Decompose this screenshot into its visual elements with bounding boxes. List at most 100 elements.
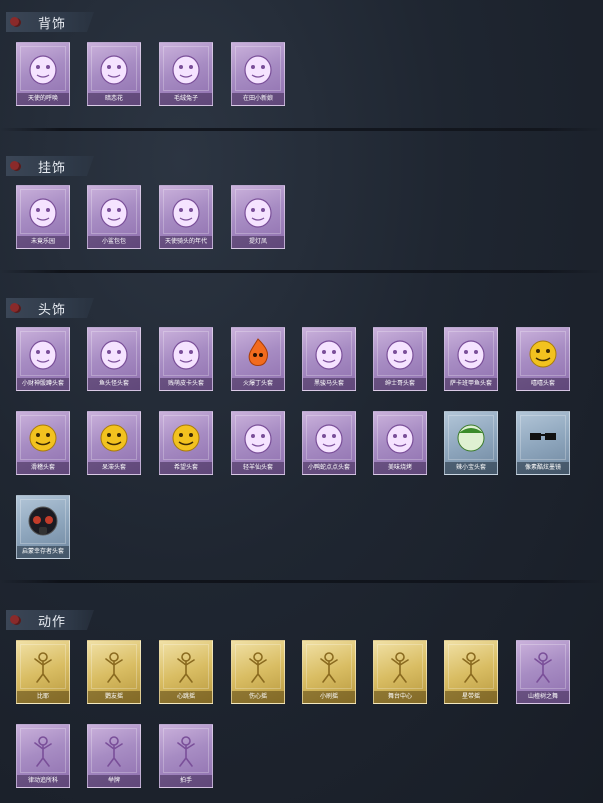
smirk-emoji-icon — [23, 417, 63, 457]
item-label: 天使的呼唤 — [17, 93, 69, 105]
item-label: 像素酷炫墨镜 — [517, 462, 569, 474]
flame-mask-icon — [238, 333, 278, 373]
dog-mask-icon — [380, 333, 420, 373]
item-label: 未竟乐园 — [17, 236, 69, 248]
item-card[interactable]: 山楂树之舞 — [516, 640, 570, 704]
item-label: 山楂树之舞 — [517, 691, 569, 703]
item-label: 律动追所科 — [17, 775, 69, 787]
item-card[interactable]: 火爆丁头套 — [231, 327, 285, 391]
item-label: 拍手 — [160, 775, 212, 787]
pose-groove-icon — [23, 730, 63, 770]
item-card[interactable]: 小鸭蛇点点头套 — [302, 411, 356, 475]
pose-victory-icon — [23, 646, 63, 686]
horse-mask-icon — [309, 333, 349, 373]
item-label: 毛绒兔子 — [160, 93, 212, 105]
item-card[interactable]: 舞台中心 — [373, 640, 427, 704]
item-card[interactable]: 律动追所科 — [16, 724, 70, 788]
item-card[interactable]: 在田小新娘 — [231, 42, 285, 106]
section-title: 动作 — [38, 615, 67, 630]
item-label: 比耶 — [17, 691, 69, 703]
item-label: 呆滞头套 — [88, 462, 140, 474]
item-card[interactable]: 天使的呼唤 — [16, 42, 70, 106]
pose-tree-icon — [523, 646, 563, 686]
item-card[interactable]: 未竟乐园 — [16, 185, 70, 249]
item-label: 暗恋花 — [88, 93, 140, 105]
item-label: 绅士哥头套 — [374, 378, 426, 390]
item-card[interactable]: 轻羊仙头套 — [231, 411, 285, 475]
shark-plush-icon — [94, 191, 134, 231]
item-card[interactable]: 小刷摇 — [302, 640, 356, 704]
item-card[interactable]: 天使骑头的年代 — [159, 185, 213, 249]
item-card[interactable]: 绅士哥头套 — [373, 327, 427, 391]
item-card[interactable]: 小鲨包包 — [87, 185, 141, 249]
item-card[interactable]: 暗恋花 — [87, 42, 141, 106]
section-title: 头饰 — [38, 303, 67, 318]
portrait-charm-icon — [166, 191, 206, 231]
raccoon-mask-icon — [238, 417, 278, 457]
fish-head-icon — [451, 333, 491, 373]
dazed-emoji-icon — [94, 417, 134, 457]
section-header: 背饰 — [6, 12, 94, 32]
item-card[interactable]: 黑骏马头套 — [302, 327, 356, 391]
item-card[interactable]: 小财神骰蹲头套 — [16, 327, 70, 391]
item-label: 启蒙幸存者头套 — [17, 546, 69, 558]
item-card[interactable]: 美味烧烤 — [373, 411, 427, 475]
lantern-icon — [238, 48, 278, 88]
item-label: 小鲨包包 — [88, 236, 140, 248]
item-label: 小鸭蛇点点头套 — [303, 462, 355, 474]
section-divider — [0, 128, 603, 131]
pose-dance-icon — [309, 646, 349, 686]
item-card[interactable]: 星带摇 — [444, 640, 498, 704]
item-label: 辣小宝头套 — [445, 462, 497, 474]
item-card[interactable]: 伤心摇 — [231, 640, 285, 704]
plush-toy-icon — [166, 48, 206, 88]
item-card[interactable]: 希望头套 — [159, 411, 213, 475]
item-card[interactable]: 毛绒兔子 — [159, 42, 213, 106]
item-card[interactable]: 启蒙幸存者头套 — [16, 495, 70, 559]
item-card[interactable]: 萨卡班甲鱼头套 — [444, 327, 498, 391]
item-card[interactable]: 举牌 — [87, 724, 141, 788]
pose-star-icon — [451, 646, 491, 686]
item-card[interactable]: 滑稽头套 — [16, 411, 70, 475]
item-label: 天使骑头的年代 — [160, 236, 212, 248]
item-card[interactable]: 呆滞头套 — [87, 411, 141, 475]
item-label: 美味烧烤 — [374, 462, 426, 474]
section-header: 动作 — [6, 610, 94, 630]
pose-wave-icon — [94, 646, 134, 686]
item-label: 鱼头怪头套 — [88, 378, 140, 390]
cartoon-face-icon — [309, 417, 349, 457]
item-card[interactable]: 提灯凤 — [231, 185, 285, 249]
item-label: 小刷摇 — [303, 691, 355, 703]
pig-mask-icon — [23, 333, 63, 373]
fish-mask-icon — [94, 333, 134, 373]
item-label: 小财神骰蹲头套 — [17, 378, 69, 390]
section-title: 背饰 — [38, 17, 67, 32]
item-card[interactable]: 拍手 — [159, 724, 213, 788]
item-label: 贱萌皮卡头套 — [160, 378, 212, 390]
item-label: 心跳摇 — [160, 691, 212, 703]
section-marker-icon — [10, 303, 19, 312]
section-marker-icon — [10, 615, 19, 624]
item-label: 滑稽头套 — [17, 462, 69, 474]
item-card[interactable]: 辣小宝头套 — [444, 411, 498, 475]
item-card[interactable]: 像素酷炫墨镜 — [516, 411, 570, 475]
item-label: 提灯凤 — [232, 236, 284, 248]
item-label: 在田小新娘 — [232, 93, 284, 105]
item-label: 舞台中心 — [374, 691, 426, 703]
item-card[interactable]: 心跳摇 — [159, 640, 213, 704]
melon-mask-icon — [451, 417, 491, 457]
item-card[interactable]: 比耶 — [16, 640, 70, 704]
item-label: 举牌 — [88, 775, 140, 787]
pixel-sunglasses-icon — [523, 417, 563, 457]
item-card[interactable]: 贱萌皮卡头套 — [159, 327, 213, 391]
item-card[interactable]: 鱼头怪头套 — [87, 327, 141, 391]
item-label: 萨卡班甲鱼头套 — [445, 378, 497, 390]
item-label: 星带摇 — [445, 691, 497, 703]
item-label: 黑骏马头套 — [303, 378, 355, 390]
item-label: 火爆丁头套 — [232, 378, 284, 390]
item-card[interactable]: 嘻嘻头套 — [516, 327, 570, 391]
item-label: 希望头套 — [160, 462, 212, 474]
section-marker-icon — [10, 17, 19, 26]
section-header: 头饰 — [6, 298, 94, 318]
item-card[interactable]: 鹦友摇 — [87, 640, 141, 704]
